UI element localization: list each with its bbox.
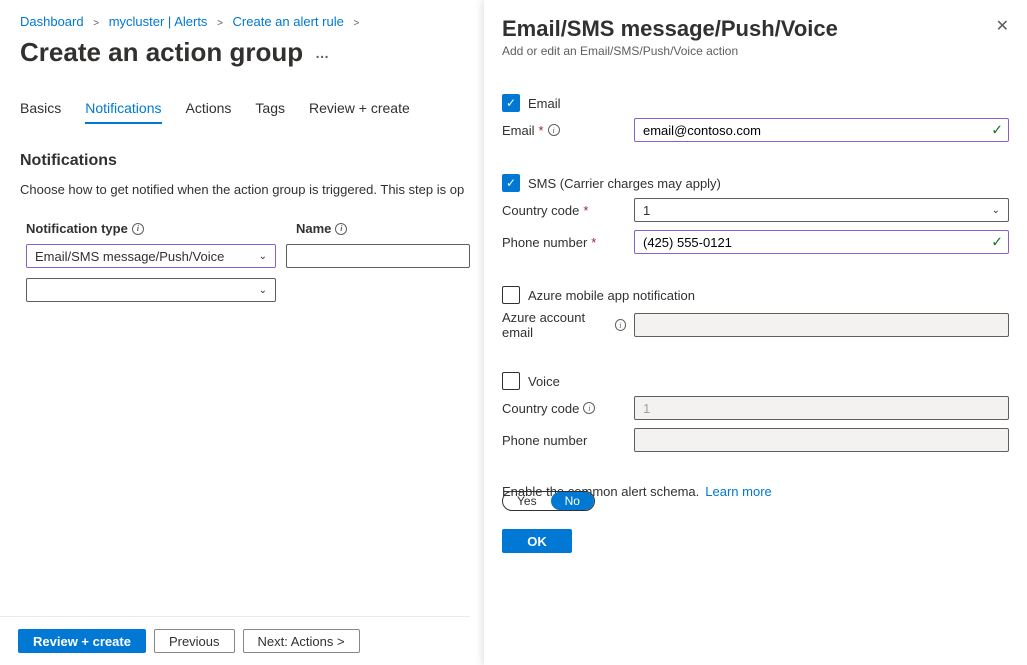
info-icon[interactable]: i [132, 223, 144, 235]
voice-country-label: Country code [502, 401, 579, 416]
sms-checkbox[interactable]: ✓ [502, 174, 520, 192]
schema-yes[interactable]: Yes [503, 492, 551, 510]
valid-check-icon: ✓ [991, 122, 1003, 139]
sms-phone-label: Phone number [502, 235, 587, 250]
chevron-down-icon: ⌄ [259, 251, 267, 262]
chevron-right-icon: > [217, 18, 223, 29]
schema-toggle[interactable]: Yes No [502, 491, 595, 511]
breadcrumb-cluster-alerts[interactable]: mycluster | Alerts [109, 14, 208, 29]
breadcrumb-create-alert-rule[interactable]: Create an alert rule [233, 14, 344, 29]
valid-check-icon: ✓ [991, 234, 1003, 251]
sms-country-label: Country code [502, 203, 579, 218]
panel-subtitle: Add or edit an Email/SMS/Push/Voice acti… [502, 44, 838, 58]
chevron-right-icon: > [353, 18, 359, 29]
push-check-label: Azure mobile app notification [528, 288, 695, 303]
tab-review-create[interactable]: Review + create [309, 94, 410, 124]
notification-type-select[interactable]: Email/SMS message/Push/Voice ⌄ [26, 244, 276, 268]
email-check-label: Email [528, 96, 561, 111]
email-label: Email [502, 123, 535, 138]
email-checkbox[interactable]: ✓ [502, 94, 520, 112]
schema-no[interactable]: No [551, 492, 594, 510]
voice-checkbox[interactable] [502, 372, 520, 390]
checkmark-icon: ✓ [506, 176, 516, 190]
info-icon[interactable]: i [548, 124, 560, 136]
sms-check-label: SMS (Carrier charges may apply) [528, 176, 721, 191]
close-icon[interactable]: ✕ [996, 16, 1009, 36]
chevron-right-icon: > [93, 18, 99, 29]
voice-country-input [634, 396, 1009, 420]
learn-more-link[interactable]: Learn more [705, 484, 771, 499]
info-icon[interactable]: i [615, 319, 626, 331]
previous-button[interactable]: Previous [154, 629, 235, 653]
ok-button[interactable]: OK [502, 529, 572, 553]
push-checkbox[interactable] [502, 286, 520, 304]
col-notification-type: Notification type i [26, 221, 276, 236]
checkmark-icon: ✓ [506, 96, 516, 110]
chevron-down-icon: ⌄ [259, 285, 267, 296]
tab-basics[interactable]: Basics [20, 94, 61, 124]
next-button[interactable]: Next: Actions > [243, 629, 360, 653]
more-icon[interactable]: … [315, 45, 330, 61]
panel-title: Email/SMS message/Push/Voice [502, 16, 838, 42]
info-icon[interactable]: i [583, 402, 595, 414]
side-panel: Email/SMS message/Push/Voice Add or edit… [484, 0, 1027, 665]
footer-actions: Review + create Previous Next: Actions > [0, 616, 470, 665]
tab-actions[interactable]: Actions [186, 94, 232, 124]
required-icon: * [539, 123, 544, 138]
required-icon: * [583, 203, 588, 218]
tab-notifications[interactable]: Notifications [85, 94, 161, 124]
review-create-button[interactable]: Review + create [18, 629, 146, 653]
sms-phone-input[interactable] [634, 230, 1009, 254]
notification-type-select[interactable]: ⌄ [26, 278, 276, 302]
chevron-down-icon: ⌄ [992, 205, 1000, 216]
push-email-input [634, 313, 1009, 337]
required-icon: * [591, 235, 596, 250]
tab-tags[interactable]: Tags [255, 94, 285, 124]
sms-country-select[interactable]: 1 ⌄ [634, 198, 1009, 222]
push-email-label: Azure account email [502, 310, 611, 340]
page-title: Create an action group [20, 37, 303, 68]
breadcrumb-dashboard[interactable]: Dashboard [20, 14, 84, 29]
notification-name-input[interactable] [286, 244, 470, 268]
info-icon[interactable]: i [335, 223, 347, 235]
voice-check-label: Voice [528, 374, 560, 389]
voice-phone-input [634, 428, 1009, 452]
email-input[interactable] [634, 118, 1009, 142]
voice-phone-label: Phone number [502, 433, 587, 448]
col-name: Name i [296, 221, 476, 236]
